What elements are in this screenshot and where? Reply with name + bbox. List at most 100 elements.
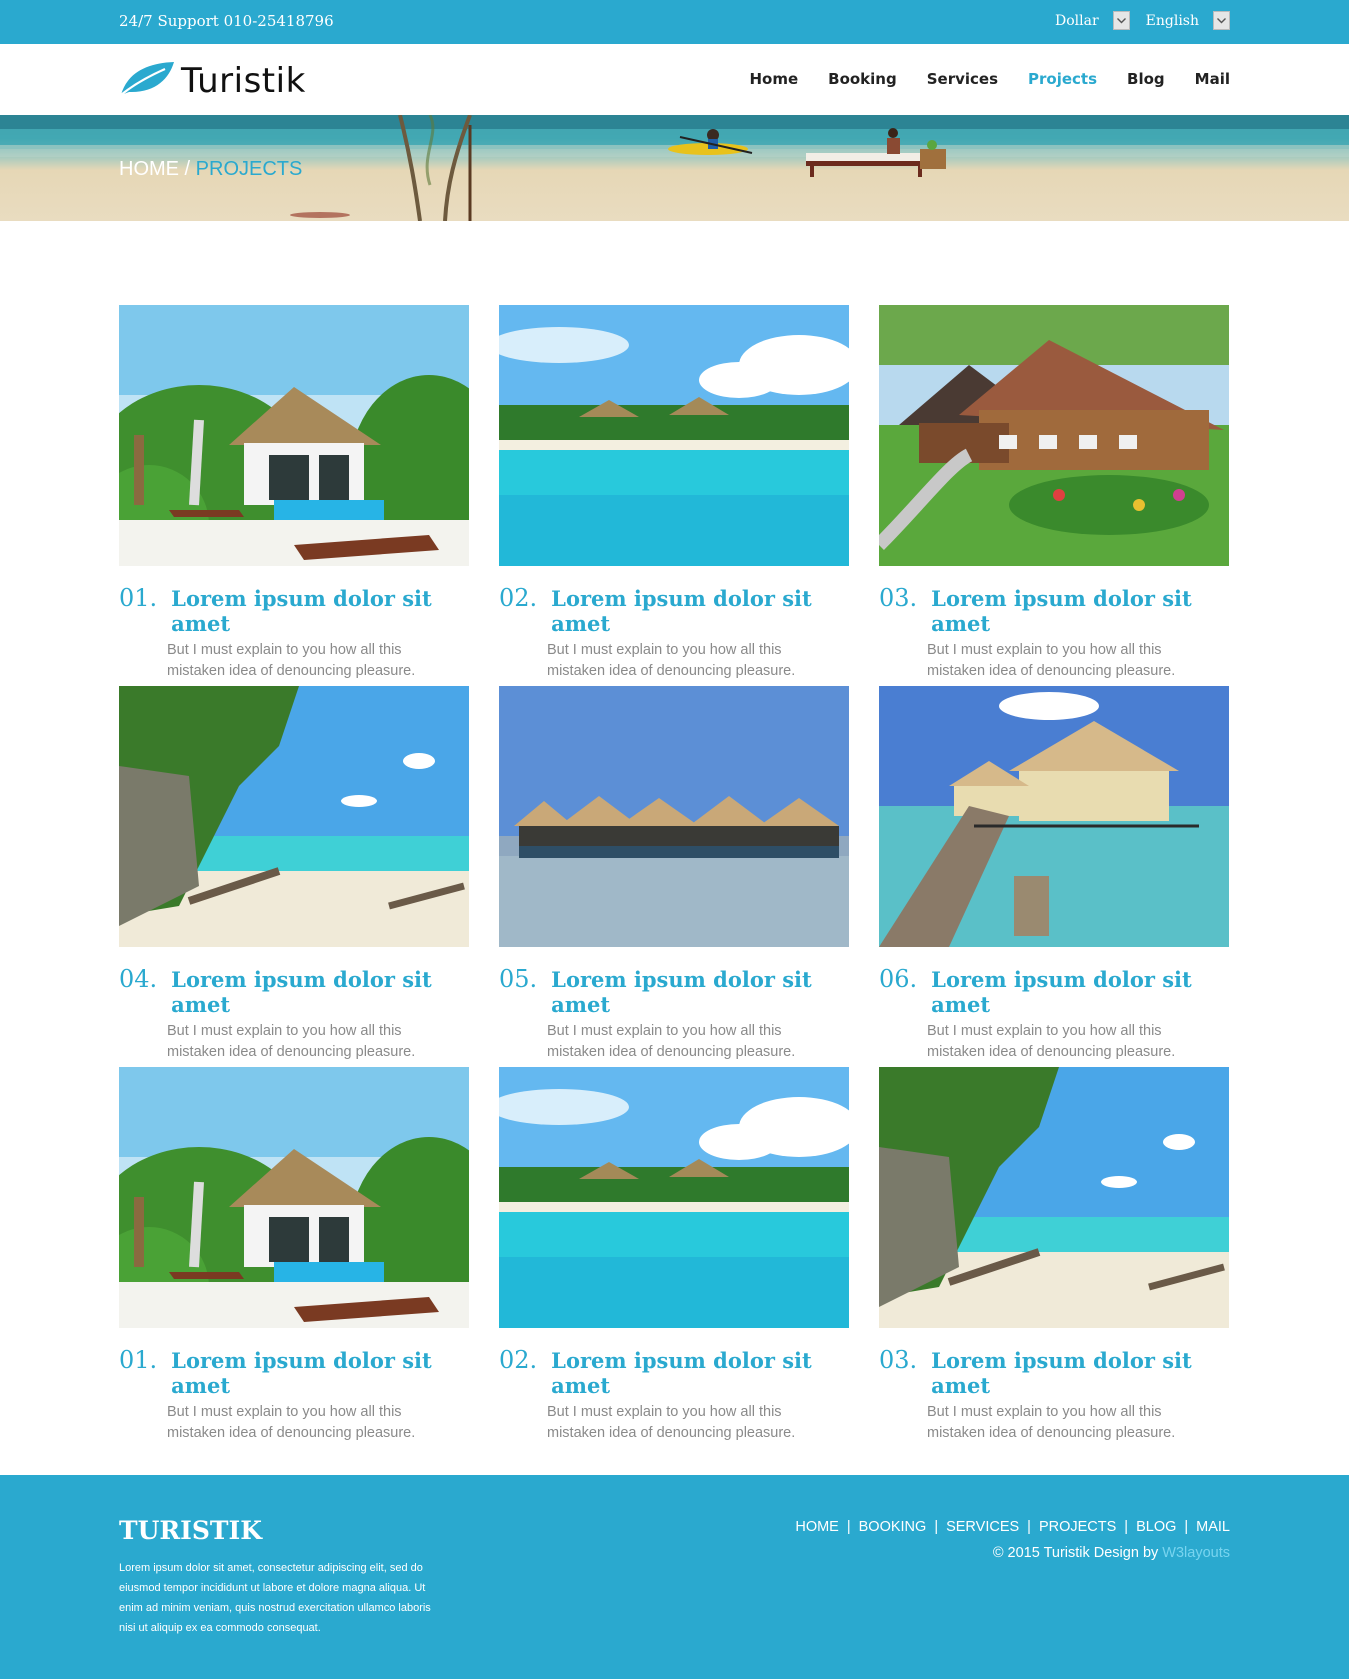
project-number: 02. xyxy=(499,1346,538,1374)
project-desc-line: mistaken idea of denouncing pleasure. xyxy=(927,1044,1176,1060)
breadcrumb-home[interactable]: HOME xyxy=(119,158,179,180)
project-heading[interactable]: Lorem ipsum dolor sit amet xyxy=(171,967,469,1017)
currency-select[interactable]: Dollar xyxy=(1055,11,1130,30)
project-heading[interactable]: Lorem ipsum dolor sit amet xyxy=(931,1348,1229,1398)
project-desc-line: But I must explain to you how all this xyxy=(547,1404,782,1420)
project-card[interactable]: 02. Lorem ipsum dolor sit amet But I mus… xyxy=(499,1067,849,1444)
project-desc-line: But I must explain to you how all this xyxy=(167,1023,402,1039)
project-title[interactable]: 03. Lorem ipsum dolor sit amet xyxy=(879,1346,1229,1398)
footer-brand: TURISTIK xyxy=(119,1516,262,1545)
footer-link-blog[interactable]: BLOG xyxy=(1136,1519,1176,1535)
footer-link-projects[interactable]: PROJECTS xyxy=(1039,1519,1116,1535)
project-desc-line: mistaken idea of denouncing pleasure. xyxy=(167,1044,416,1060)
project-desc-line: mistaken idea of denouncing pleasure. xyxy=(167,663,416,679)
project-card[interactable]: 06. Lorem ipsum dolor sit amet But I mus… xyxy=(879,686,1229,1063)
project-title[interactable]: 02. Lorem ipsum dolor sit amet xyxy=(499,584,849,636)
project-heading[interactable]: Lorem ipsum dolor sit amet xyxy=(931,967,1229,1017)
main-nav: Home Booking Services Projects Blog Mail xyxy=(749,70,1230,88)
logo[interactable]: Turistik xyxy=(119,59,306,102)
project-heading[interactable]: Lorem ipsum dolor sit amet xyxy=(171,1348,469,1398)
chevron-down-icon[interactable] xyxy=(1213,11,1230,30)
project-title[interactable]: 04. Lorem ipsum dolor sit amet xyxy=(119,965,469,1017)
nav-services[interactable]: Services xyxy=(927,70,998,88)
nav-mail[interactable]: Mail xyxy=(1195,70,1230,88)
project-image[interactable] xyxy=(119,305,469,566)
project-title[interactable]: 01. Lorem ipsum dolor sit amet xyxy=(119,1346,469,1398)
project-desc-line: mistaken idea of denouncing pleasure. xyxy=(547,1044,796,1060)
project-title[interactable]: 02. Lorem ipsum dolor sit amet xyxy=(499,1346,849,1398)
project-heading[interactable]: Lorem ipsum dolor sit amet xyxy=(171,586,469,636)
footer-link-home[interactable]: HOME xyxy=(795,1519,839,1535)
footer-about: Lorem ipsum dolor sit amet, consectetur … xyxy=(119,1562,431,1634)
project-number: 06. xyxy=(879,965,918,993)
currency-value: Dollar xyxy=(1054,12,1099,29)
project-card[interactable]: 03. Lorem ipsum dolor sit amet But I mus… xyxy=(879,305,1229,682)
project-title[interactable]: 01. Lorem ipsum dolor sit amet xyxy=(119,584,469,636)
project-desc-line: But I must explain to you how all this xyxy=(927,1023,1162,1039)
logo-text: Turistik xyxy=(181,60,306,101)
project-image[interactable] xyxy=(499,1067,849,1328)
project-image[interactable] xyxy=(879,686,1229,947)
site-footer: TURISTIK Lorem ipsum dolor sit amet, con… xyxy=(0,1475,1349,1679)
footer-separator: | xyxy=(1124,1519,1129,1535)
project-image[interactable] xyxy=(499,305,849,566)
project-description: But I must explain to you how all this m… xyxy=(499,640,849,682)
top-bar: 24/7 Support 010-25418796 Dollar English xyxy=(0,0,1349,44)
project-heading[interactable]: Lorem ipsum dolor sit amet xyxy=(551,967,849,1017)
support-phone: 24/7 Support 010-25418796 xyxy=(119,12,334,30)
footer-link-mail[interactable]: MAIL xyxy=(1196,1519,1230,1535)
top-selects: Dollar English xyxy=(1055,11,1230,30)
copyright-text: © 2015 Turistik Design by xyxy=(992,1545,1163,1561)
project-description: But I must explain to you how all this m… xyxy=(879,1021,1229,1063)
breadcrumb-current: PROJECTS xyxy=(195,158,303,180)
footer-separator: | xyxy=(846,1519,851,1535)
language-select[interactable]: English xyxy=(1146,11,1230,30)
project-number: 03. xyxy=(879,1346,918,1374)
project-description: But I must explain to you how all this m… xyxy=(499,1021,849,1063)
chevron-down-icon[interactable] xyxy=(1112,11,1130,30)
nav-home[interactable]: Home xyxy=(749,70,798,88)
project-heading[interactable]: Lorem ipsum dolor sit amet xyxy=(551,586,849,636)
project-image[interactable] xyxy=(119,1067,469,1328)
project-number: 02. xyxy=(499,584,538,612)
nav-booking[interactable]: Booking xyxy=(828,70,897,88)
project-number: 03. xyxy=(879,584,918,612)
project-card[interactable]: 02. Lorem ipsum dolor sit amet But I mus… xyxy=(499,305,849,682)
project-image[interactable] xyxy=(879,1067,1229,1328)
project-card[interactable]: 01. Lorem ipsum dolor sit amet But I mus… xyxy=(119,1067,469,1444)
project-image[interactable] xyxy=(879,305,1229,566)
project-heading[interactable]: Lorem ipsum dolor sit amet xyxy=(931,586,1229,636)
footer-nav: HOME | BOOKING | SERVICES | PROJECTS | BLOG |… xyxy=(795,1519,1230,1535)
language-value: English xyxy=(1145,12,1199,29)
project-desc-line: mistaken idea of denouncing pleasure. xyxy=(547,1425,796,1441)
project-desc-line: But I must explain to you how all this xyxy=(167,642,402,658)
project-number: 04. xyxy=(119,965,158,993)
page-banner: HOME / PROJECTS xyxy=(0,115,1349,221)
project-number: 01. xyxy=(119,1346,158,1374)
project-description: But I must explain to you how all this m… xyxy=(119,640,469,682)
project-card[interactable]: 01. Lorem ipsum dolor sit amet But I mus… xyxy=(119,305,469,682)
project-title[interactable]: 03. Lorem ipsum dolor sit amet xyxy=(879,584,1229,636)
project-heading[interactable]: Lorem ipsum dolor sit amet xyxy=(551,1348,849,1398)
project-description: But I must explain to you how all this m… xyxy=(879,1402,1229,1444)
project-desc-line: But I must explain to you how all this xyxy=(927,642,1162,658)
project-title[interactable]: 06. Lorem ipsum dolor sit amet xyxy=(879,965,1229,1017)
project-desc-line: But I must explain to you how all this xyxy=(547,1023,782,1039)
footer-link-booking[interactable]: BOOKING xyxy=(859,1519,927,1535)
project-image[interactable] xyxy=(499,686,849,947)
copyright: © 2015 Turistik Design by W3layouts xyxy=(993,1545,1230,1561)
nav-projects[interactable]: Projects xyxy=(1028,70,1097,88)
nav-blog[interactable]: Blog xyxy=(1127,70,1165,88)
project-card[interactable]: 05. Lorem ipsum dolor sit amet But I mus… xyxy=(499,686,849,1063)
project-number: 05. xyxy=(499,965,538,993)
project-desc-line: mistaken idea of denouncing pleasure. xyxy=(927,1425,1176,1441)
project-card[interactable]: 04. Lorem ipsum dolor sit amet But I mus… xyxy=(119,686,469,1063)
project-desc-line: But I must explain to you how all this xyxy=(927,1404,1162,1420)
breadcrumb: HOME / PROJECTS xyxy=(119,158,302,181)
site-header: Turistik Home Booking Services Projects … xyxy=(0,44,1349,115)
footer-link-services[interactable]: SERVICES xyxy=(946,1519,1019,1535)
project-card[interactable]: 03. Lorem ipsum dolor sit amet But I mus… xyxy=(879,1067,1229,1444)
project-title[interactable]: 05. Lorem ipsum dolor sit amet xyxy=(499,965,849,1017)
project-image[interactable] xyxy=(119,686,469,947)
credit-link[interactable]: W3layouts xyxy=(1162,1545,1230,1561)
